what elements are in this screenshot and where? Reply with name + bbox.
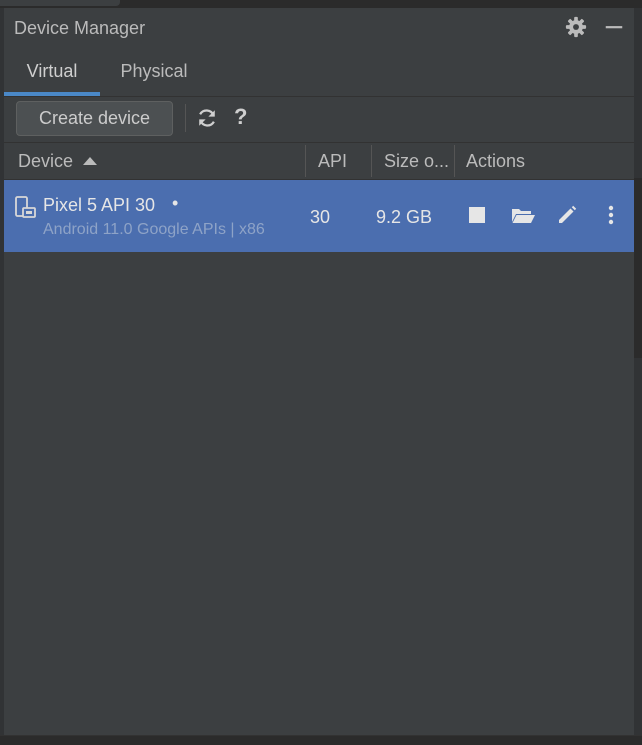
table-row[interactable]: Pixel 5 API 30 • Android 11.0 Google API…: [4, 180, 634, 252]
tab-bar: Virtual Physical: [4, 52, 634, 97]
column-divider[interactable]: [305, 145, 306, 177]
window-frame-shadow: [0, 0, 120, 6]
edit-icon[interactable]: [556, 204, 578, 226]
more-vertical-icon[interactable]: [601, 204, 621, 226]
window-frame-right: [634, 8, 642, 735]
tab-physical[interactable]: Physical: [108, 52, 200, 96]
toolbar: Create device ?: [4, 96, 634, 142]
column-header-device-label: Device: [18, 151, 74, 171]
sort-ascending-icon: [83, 157, 98, 165]
column-header-device[interactable]: Device: [18, 143, 98, 179]
toolbar-separator: [185, 104, 186, 132]
panel-title: Device Manager: [14, 18, 146, 38]
window-frame-top: [0, 0, 642, 8]
tab-virtual[interactable]: Virtual: [4, 52, 100, 96]
title-bar: Device Manager: [4, 8, 634, 48]
column-header-api[interactable]: API: [318, 143, 347, 179]
gear-icon[interactable]: [565, 16, 587, 38]
table-header: Device API Size o... Actions: [4, 142, 634, 180]
window-frame-bottom: [0, 735, 642, 745]
device-api-level: 30: [310, 207, 331, 227]
device-details: Android 11.0 Google APIs | x86: [43, 221, 265, 238]
help-button[interactable]: ?: [234, 104, 247, 130]
create-device-button[interactable]: Create device: [16, 101, 173, 136]
folder-open-icon[interactable]: [510, 204, 536, 226]
column-divider[interactable]: [371, 145, 372, 177]
side-scroll-edge: [634, 178, 642, 358]
column-header-actions: Actions: [466, 151, 526, 171]
stop-icon[interactable]: [466, 204, 488, 226]
minimize-icon[interactable]: [603, 16, 625, 38]
column-header-size[interactable]: Size o...: [384, 143, 449, 179]
device-size: 9.2 GB: [376, 207, 433, 227]
refresh-icon[interactable]: [196, 107, 218, 129]
device-phone-icon: [15, 196, 36, 218]
device-manager-panel: Device Manager Virtual Physical Create d…: [4, 8, 634, 735]
device-status-dot: •: [172, 193, 179, 213]
column-divider[interactable]: [454, 145, 455, 177]
device-name: Pixel 5 API 30: [43, 195, 156, 215]
